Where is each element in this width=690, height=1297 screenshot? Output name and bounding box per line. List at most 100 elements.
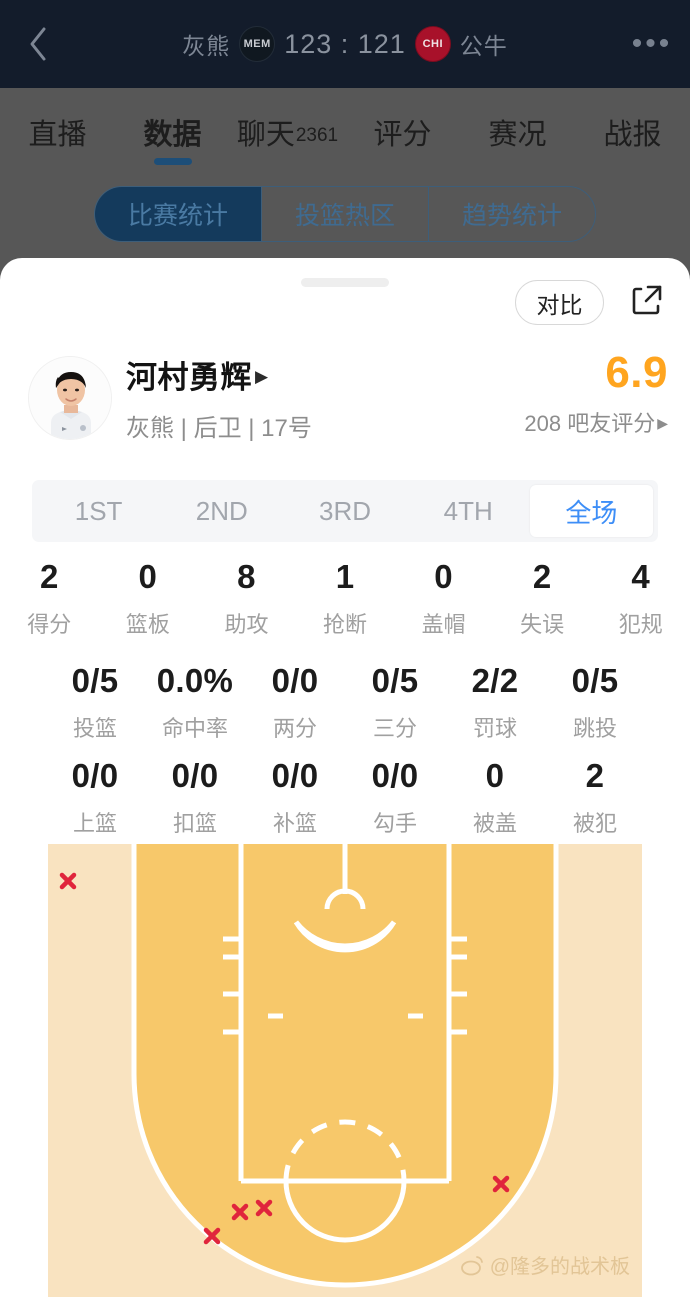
stat-label: 勾手 [372,811,417,836]
tab-chat[interactable]: 聊天 2361 [230,88,345,175]
stat-value: 1 [335,558,355,595]
stat-label: 抢断 [323,612,368,637]
tab-chat-count: 2361 [295,124,339,146]
sheet-drag-handle[interactable] [301,278,389,287]
rating-votes-link[interactable]: 208 吧友评分 ▶ [428,406,668,438]
stat-value: 0/0 [171,757,219,794]
share-icon [627,280,667,325]
stat-field-goals: 0/5 投篮 [45,662,145,743]
stat-label: 补篮 [272,811,317,836]
share-button[interactable] [626,282,668,324]
stat-putbacks: 0/0 补篮 [245,757,345,838]
shot-chart[interactable]: @隆多的战术板 [48,844,642,1297]
home-team-logo-icon: CHI [414,26,451,62]
stat-value: 0/0 [271,662,319,699]
stat-fouls-drawn: 2 被犯 [545,757,645,838]
stat-turnovers: 2 失误 [493,558,592,639]
segment-label: 投篮热区 [294,202,395,230]
tab-rating[interactable]: 评分 [345,88,460,175]
stat-shots-blocked: 0 被盖 [445,757,545,838]
stats-row-shooting: 0/5 投篮 0.0% 命中率 0/0 两分 0/5 三分 2/2 罚球 0/5… [0,662,690,743]
stat-label: 两分 [272,716,317,741]
quarter-tab-3rd[interactable]: 3RD [283,485,406,537]
stat-value: 2 [585,757,605,794]
back-button[interactable] [0,0,76,88]
stat-blocks: 0 盖帽 [394,558,493,639]
stat-jump-shots: 0/5 跳投 [545,662,645,743]
segment-label: 趋势统计 [461,202,562,230]
stat-three-pointers: 0/5 三分 [345,662,445,743]
stat-value: 2 [39,558,59,595]
scoreboard[interactable]: 灰熊 MEM 123 : 121 CHI 公牛 [76,26,614,62]
segment-shot-zones[interactable]: 投篮热区 [261,187,428,241]
avatar[interactable] [28,356,112,440]
stat-free-throws: 2/2 罚球 [445,662,545,743]
player-name-link[interactable]: 河村勇辉 ▶ [126,352,312,397]
stat-rebounds: 0 篮板 [99,558,198,639]
stat-value: 0/0 [371,757,419,794]
quarter-label: 4TH [443,495,493,526]
stat-value: 0 [485,757,505,794]
more-horizontal-icon[interactable]: ••• [614,0,690,88]
tab-match-status[interactable]: 赛况 [460,88,575,175]
player-rating: 6.9 208 吧友评分 ▶ [428,348,668,438]
stat-value: 0/0 [271,757,319,794]
watermark: @隆多的战术板 [460,1250,630,1279]
segment-game-stats[interactable]: 比赛统计 [95,187,261,241]
tab-report[interactable]: 战报 [575,88,690,175]
stat-label: 失误 [520,612,565,637]
tab-live[interactable]: 直播 [0,88,115,175]
stat-label: 助攻 [224,612,269,637]
segment-trend-stats[interactable]: 趋势统计 [428,187,595,241]
stat-label: 扣篮 [172,811,217,836]
player-subtitle: 灰熊 | 后卫 | 17号 [126,415,312,442]
main-tabbar: 直播 数据 聊天 2361 评分 赛况 战报 [0,88,690,175]
stat-value: 0.0% [156,662,234,699]
stat-value: 2 [532,558,552,595]
stat-two-pointers: 0/0 两分 [245,662,345,743]
navbar: 灰熊 MEM 123 : 121 CHI 公牛 ••• [0,0,690,88]
stat-value: 8 [237,558,256,595]
stat-dunks: 0/0 扣篮 [145,757,245,838]
quarter-label: 1ST [74,495,123,526]
stat-label: 上篮 [72,811,117,836]
stat-value: 0/5 [571,662,619,699]
chevron-right-icon: ▶ [255,366,269,386]
tab-data[interactable]: 数据 [115,88,230,175]
stat-hook-shots: 0/0 勾手 [345,757,445,838]
stat-value: 0/0 [71,757,119,794]
quarter-label: 2ND [195,495,248,526]
chevron-left-icon [27,25,49,63]
compare-button-label: 对比 [536,291,583,318]
tab-label: 聊天 [236,118,295,151]
stat-label: 跳投 [572,716,617,741]
stat-value: 0/5 [371,662,419,699]
quarter-tab-full-game[interactable]: 全场 [529,485,654,537]
court-inner-area [134,844,556,1285]
player-name: 河村勇辉 [126,360,252,395]
tab-active-underline [153,158,192,165]
home-team-name: 公牛 [459,33,508,59]
tab-label: 直播 [28,118,87,151]
segmented-control: 比赛统计 投篮热区 趋势统计 [94,186,596,242]
quarter-tab-2nd[interactable]: 2ND [160,485,283,537]
stat-value: 0 [138,558,158,595]
rating-votes-label: 208 吧友评分 [524,411,656,436]
score-value: 123 : 121 [284,28,406,59]
quarter-tab-1st[interactable]: 1ST [37,485,160,537]
stat-label: 犯规 [618,612,663,637]
stat-assists: 8 助攻 [197,558,296,639]
stat-layups: 0/0 上篮 [45,757,145,838]
stat-label: 得分 [27,612,72,637]
player-stats-sheet: 对比 河村勇辉 ▶ 灰熊 | 后卫 | 17号 6.9 208 吧友评分 ▶ 1… [0,258,690,1297]
player-header: 河村勇辉 ▶ 灰熊 | 后卫 | 17号 6.9 208 吧友评分 ▶ [0,348,690,462]
compare-button[interactable]: 对比 [515,280,604,325]
quarter-tab-4th[interactable]: 4TH [407,485,530,537]
tab-label: 战报 [603,118,662,151]
stats-row-basic: 2 得分 0 篮板 8 助攻 1 抢断 0 盖帽 2 失误 4 犯规 [0,558,690,639]
quarter-label: 3RD [319,495,372,526]
stat-points: 2 得分 [0,558,99,639]
home-team-logo-label: CHI [422,38,444,50]
watermark-text: @隆多的战术板 [489,1256,630,1278]
stat-label: 盖帽 [421,612,466,637]
